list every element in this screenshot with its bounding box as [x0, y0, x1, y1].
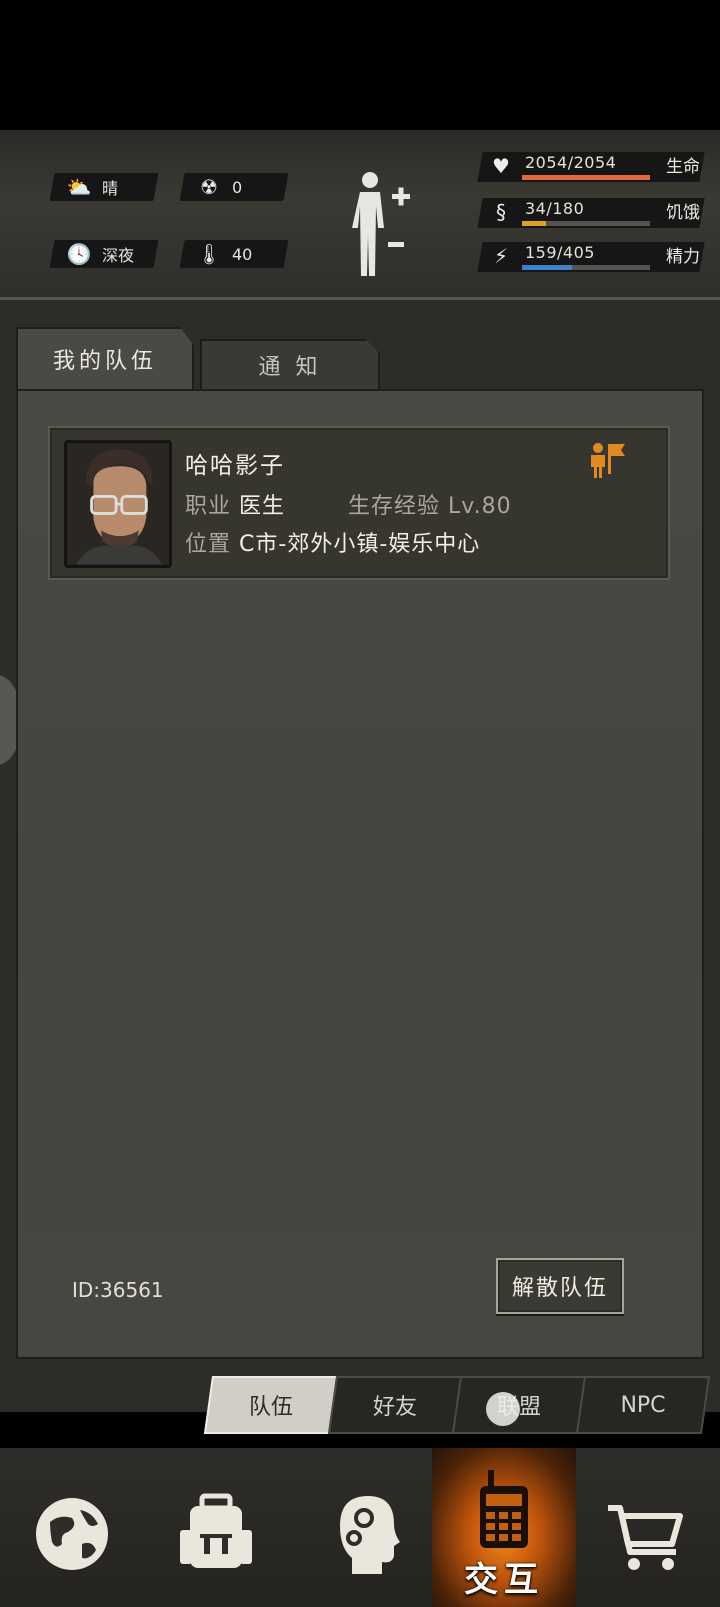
nav-world-map[interactable]: [0, 1448, 144, 1607]
team-leader-flag-icon: [591, 443, 625, 478]
world-map-icon: [36, 1498, 108, 1570]
disband-team-button[interactable]: 解散队伍: [496, 1258, 624, 1314]
subtab-friends[interactable]: 好友: [327, 1376, 463, 1434]
subtab-team[interactable]: 队伍: [203, 1376, 339, 1434]
hunger-value: 34/180: [525, 199, 585, 218]
profession-value: 医生: [239, 494, 286, 519]
temperature-value: 40: [232, 244, 253, 264]
subtab-friends-label: 好友: [372, 1395, 417, 1420]
backpack-icon: [180, 1493, 252, 1568]
health-stat: ♥ 2054/2054 生命: [477, 152, 705, 182]
member-exp-row: 生存经验 Lv.80: [348, 488, 512, 520]
energy-label: 精力: [666, 247, 700, 267]
temperature-chip: 🌡 40: [179, 240, 289, 268]
touch-indicator: [486, 1392, 520, 1426]
social-subtabs: 队伍 好友 联盟 NPC: [196, 1376, 711, 1434]
tab-notice[interactable]: 通 知: [200, 339, 380, 389]
stomach-icon: §: [496, 200, 506, 224]
energy-value: 159/405: [525, 243, 595, 262]
health-value: 2054/2054: [525, 153, 617, 172]
bottom-nav: 交互: [0, 1448, 720, 1607]
tab-my-team[interactable]: 我的队伍: [16, 327, 194, 389]
nav-interaction[interactable]: 交互: [432, 1448, 576, 1607]
heart-pulse-icon: ♥: [492, 154, 510, 178]
member-name: 哈哈影子: [185, 453, 285, 479]
nav-backpack[interactable]: [144, 1448, 288, 1607]
skills-head-icon: [340, 1496, 400, 1574]
weather-label: 晴: [102, 179, 119, 198]
walkie-talkie-icon: [480, 1470, 528, 1548]
clock-icon: 🕓: [66, 242, 92, 266]
nav-shop[interactable]: [576, 1448, 720, 1607]
time-label: 深夜: [102, 246, 135, 265]
hunger-bar: [522, 221, 650, 226]
radiation-icon: ☢: [200, 175, 218, 199]
energy-stat: ⚡ 159/405 精力: [477, 242, 705, 272]
profession-label: 职业: [185, 494, 232, 519]
weather-chip: ⛅ 晴: [49, 173, 159, 201]
member-location-row: 位置 C市-郊外小镇-娱乐中心: [185, 526, 480, 558]
exp-label: 生存经验: [348, 494, 441, 519]
shopping-cart-icon: [608, 1505, 683, 1570]
location-value: C市-郊外小镇-娱乐中心: [239, 532, 481, 557]
location-label: 位置: [185, 532, 232, 557]
nav-skills[interactable]: [288, 1448, 432, 1607]
radiation-value: 0: [232, 177, 243, 197]
thermometer-icon: 🌡: [196, 242, 222, 266]
game-screen: ⛅ 晴 ☢ 0 🕓 深夜 🌡 40 ♥ 2054/2054 生命 § 34/18…: [0, 0, 720, 1607]
player-id: ID:36561: [72, 1278, 164, 1302]
member-profession-row: 职业 医生: [185, 488, 285, 520]
hunger-label: 饥饿: [666, 203, 700, 223]
subtab-team-label: 队伍: [248, 1395, 293, 1420]
partly-cloudy-icon: ⛅: [66, 175, 92, 199]
energy-bar: [522, 265, 650, 270]
radiation-chip: ☢ 0: [179, 173, 289, 201]
time-chip: 🕓 深夜: [49, 240, 159, 268]
nav-interaction-label: 交互: [464, 1560, 544, 1600]
subtab-npc[interactable]: NPC: [575, 1376, 711, 1434]
body-status-icon[interactable]: [348, 170, 418, 280]
energy-head-icon: ⚡: [493, 244, 509, 268]
team-member-card[interactable]: 哈哈影子 职业 医生 生存经验 Lv.80 位置 C市-郊外小镇-娱乐中心: [48, 426, 670, 580]
health-label: 生命: [666, 157, 700, 177]
avatar: [64, 440, 172, 568]
subtab-npc-label: NPC: [620, 1392, 666, 1418]
health-bar: [522, 175, 650, 180]
exp-level: Lv.80: [448, 494, 512, 519]
hunger-stat: § 34/180 饥饿: [477, 198, 705, 228]
